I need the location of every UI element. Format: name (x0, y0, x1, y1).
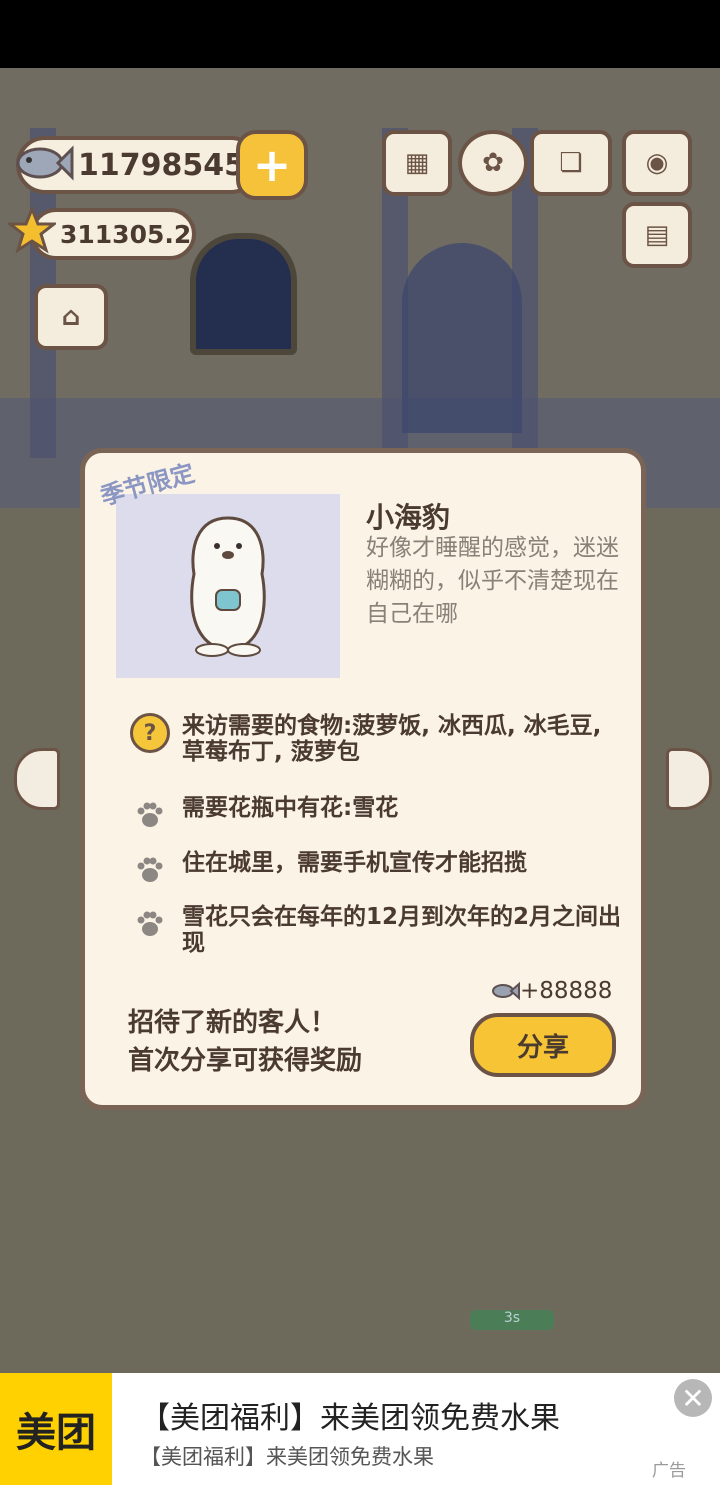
ranking-icon: ▦ (404, 148, 430, 178)
ranking-button[interactable]: ▦ (382, 130, 452, 196)
share-button[interactable]: 分享 (470, 1013, 616, 1077)
requirement-text: 需要花瓶中有花:雪花 (182, 795, 399, 821)
paw-icon (137, 911, 163, 936)
ad-close-button[interactable]: ✕ (674, 1379, 712, 1417)
requirement-item: 住在城里，需要手机宣传才能招揽 (130, 850, 622, 890)
catbook-icon: ❏ (559, 148, 583, 178)
paw-icon (137, 802, 163, 827)
camera-button[interactable]: ◉ (622, 130, 692, 196)
requirement-item: 雪花只会在每年的12月到次年的2月之间出现 (130, 904, 622, 956)
close-icon: ✕ (681, 1381, 705, 1415)
share-prompt-line2: 首次分享可获得奖励 (128, 1046, 363, 1076)
requirement-item: 需要花瓶中有花:雪花 (130, 795, 622, 835)
star-value: 311305.2 (60, 219, 192, 249)
settings-button[interactable]: ✿ (458, 130, 528, 196)
fish-icon (492, 981, 520, 1001)
prev-arrow-button[interactable] (14, 748, 60, 810)
paw-icon (137, 857, 163, 882)
share-prompt: 招待了新的客人！ 首次分享可获得奖励 (128, 1004, 362, 1080)
guest-name: 小海豹 (366, 501, 451, 534)
fish-icon (14, 138, 74, 188)
share-reward: +88888 (492, 978, 612, 1004)
requirement-item: ? 来访需要的食物:菠萝饭, 冰西瓜, 冰毛豆, 草莓布丁, 菠萝包 (130, 713, 622, 765)
ad-title: 【美团福利】来美团领免费水果 (140, 1401, 560, 1436)
coin-value: 11798545 (78, 147, 245, 183)
ad-label: 广告 (652, 1461, 686, 1481)
star-icon (8, 206, 56, 254)
requirement-text: 来访需要的食物:菠萝饭, 冰西瓜, 冰毛豆, 草莓布丁, 菠萝包 (182, 713, 602, 765)
shop-icon: ⌂ (61, 302, 81, 332)
camera-icon: ◉ (645, 148, 669, 178)
question-icon: ? (130, 713, 170, 753)
ad-logo: 美团 (0, 1373, 112, 1485)
requirement-text: 雪花只会在每年的12月到次年的2月之间出现 (182, 904, 622, 956)
plus-icon: + (252, 138, 292, 192)
status-bar (0, 0, 720, 68)
ad-subtitle: 【美团福利】来美团领免费水果 (140, 1445, 434, 1469)
requirement-text: 住在城里，需要手机宣传才能招揽 (182, 850, 527, 876)
newspaper-button[interactable]: ▤ (622, 202, 692, 268)
guest-description: 好像才睡醒的感觉，迷迷糊糊的，似乎不清楚现在自己在哪 (366, 535, 619, 627)
add-coins-button[interactable]: + (236, 130, 308, 200)
share-prompt-line1: 招待了新的客人！ (128, 1008, 337, 1038)
settings-icon: ✿ (482, 148, 504, 178)
reward-amount: +88888 (520, 978, 613, 1004)
newspaper-icon: ▤ (644, 220, 670, 250)
ad-banner[interactable]: 美团 【美团福利】来美团领免费水果 【美团福利】来美团领免费水果 (0, 1373, 720, 1485)
seal-portrait (116, 494, 340, 678)
shop-button[interactable]: ⌂ (34, 284, 108, 350)
catbook-button[interactable]: ❏ (530, 130, 612, 196)
seal-icon (190, 516, 266, 657)
